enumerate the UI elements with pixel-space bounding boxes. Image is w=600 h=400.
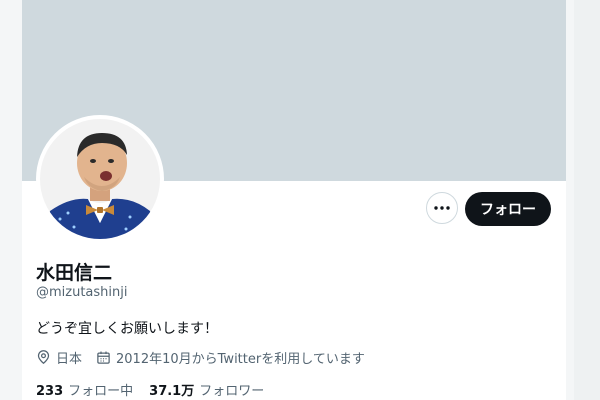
left-gutter bbox=[0, 0, 22, 400]
following-count: 233 bbox=[36, 384, 64, 399]
profile-meta: 日本 2012年10月からTwitterを利用しています bbox=[36, 347, 365, 367]
followers-count: 37.1万 bbox=[149, 384, 195, 399]
profile-handle: @mizutashinji bbox=[36, 285, 128, 300]
avatar-photo bbox=[40, 119, 160, 239]
location-text: 日本 bbox=[56, 351, 83, 367]
more-options-button[interactable] bbox=[426, 192, 458, 224]
more-horizontal-icon bbox=[434, 206, 450, 210]
profile-avatar[interactable] bbox=[36, 115, 164, 243]
joined-text: 2012年10月からTwitterを利用しています bbox=[116, 351, 365, 367]
location-pin-icon bbox=[37, 350, 50, 365]
profile-display-name: 水田信二 bbox=[36, 262, 113, 284]
profile-stats: 233 フォロー中 37.1万 フォロワー bbox=[36, 380, 264, 399]
right-gutter bbox=[566, 0, 600, 400]
profile-bio: どうぞ宜しくお願いします！ bbox=[36, 321, 218, 337]
calendar-icon bbox=[97, 351, 110, 364]
following-label: フォロー中 bbox=[68, 384, 134, 399]
profile-column: フォロー 水田信二 @mizutashinji どうぞ宜しくお願いします！ 日本 bbox=[22, 0, 566, 400]
profile-joined: 2012年10月からTwitterを利用しています bbox=[96, 348, 365, 367]
right-sidebar-edge bbox=[574, 0, 600, 400]
following-link[interactable]: 233 フォロー中 bbox=[36, 380, 133, 399]
follow-button[interactable]: フォロー bbox=[465, 192, 551, 226]
followers-label: フォロワー bbox=[199, 384, 265, 399]
profile-location: 日本 bbox=[36, 348, 82, 367]
followers-link[interactable]: 37.1万 フォロワー bbox=[149, 380, 264, 399]
